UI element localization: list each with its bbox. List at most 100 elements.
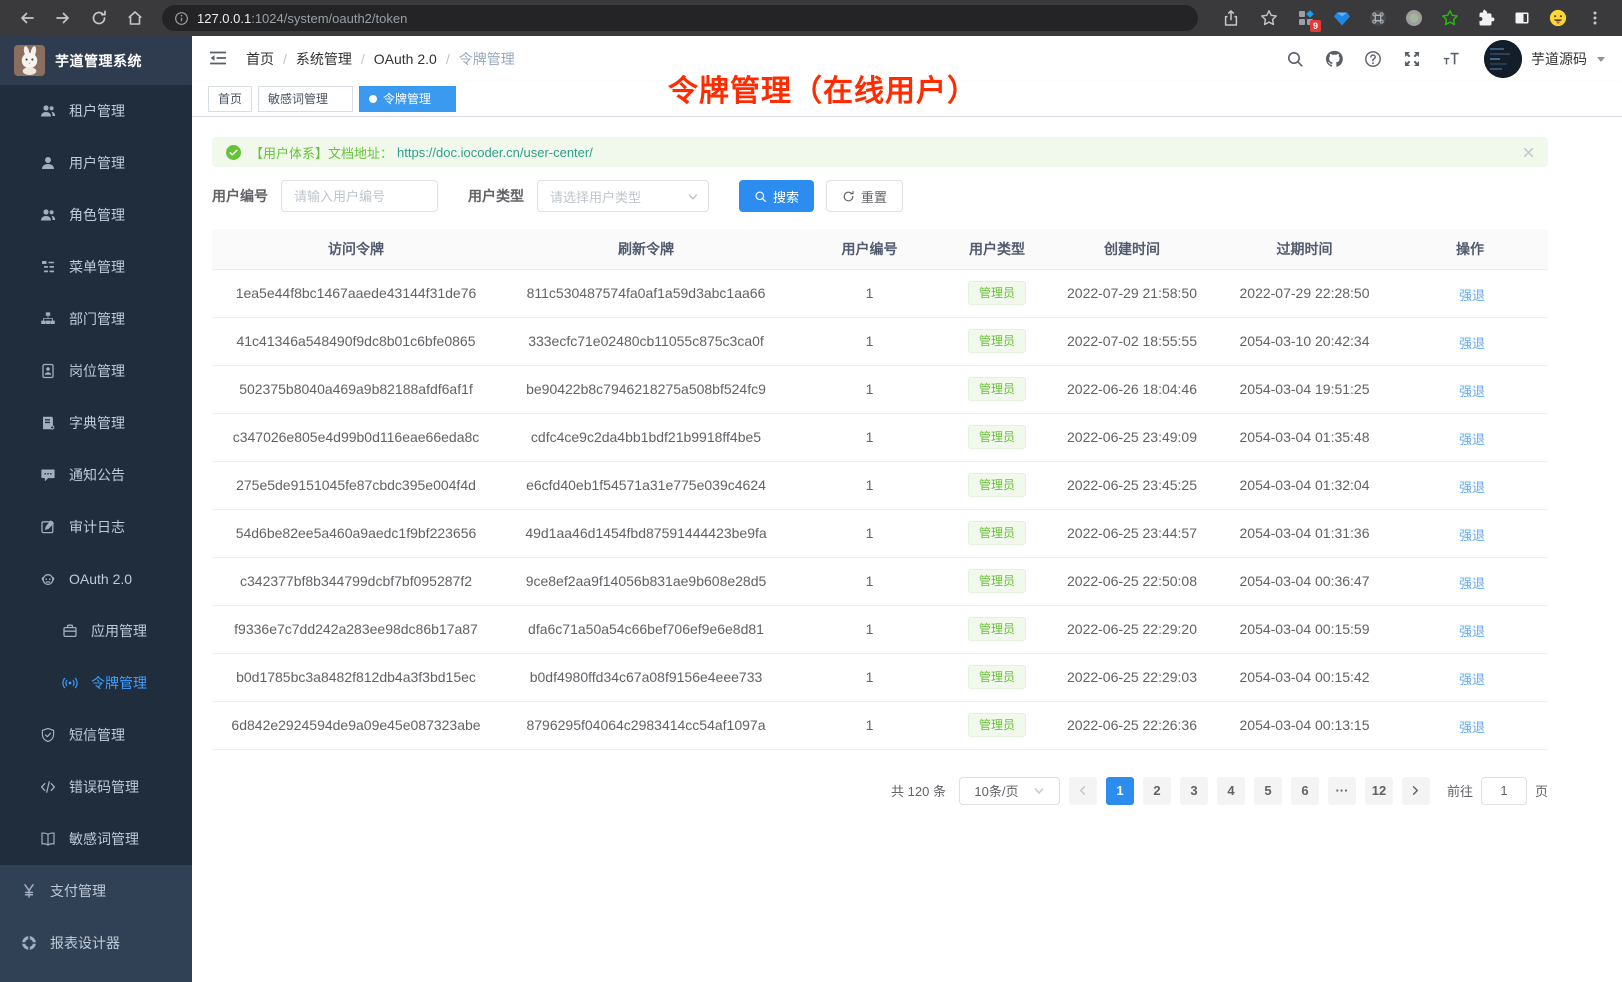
search-button[interactable]: 搜索 [739,180,814,212]
sidebar-item-label: 岗位管理 [69,361,125,381]
page-size-select[interactable]: 10条/页 [959,777,1060,805]
force-logout-button[interactable]: 强退 [1455,477,1485,496]
breadcrumb-link[interactable]: 令牌管理 [459,49,515,69]
breadcrumb-link[interactable]: 系统管理 [296,49,352,69]
force-logout-button[interactable]: 强退 [1455,381,1485,400]
site-info-icon[interactable] [174,11,189,26]
cell-user-id: 1 [792,413,947,461]
sidebar-item[interactable]: 支付管理 [0,865,192,917]
breadcrumb-link[interactable]: 首页 [246,49,274,69]
sidebar-item[interactable]: 岗位管理 [0,345,192,397]
tab[interactable]: 敏感词管理 [258,86,353,112]
sidebar-item[interactable]: 应用管理 [0,605,192,657]
user-type-select[interactable]: 请选择用户类型 [537,180,709,212]
sidebar-item[interactable]: 角色管理 [0,189,192,241]
force-logout-button[interactable]: 强退 [1455,573,1485,592]
page-number-button[interactable]: 3 [1180,777,1208,805]
extension-puzzle-icon[interactable] [1472,4,1500,32]
browser-menu-icon[interactable] [1580,4,1610,32]
browser-forward-icon[interactable] [48,4,78,32]
breadcrumb-item[interactable]: 令牌管理/ [459,49,515,69]
force-logout-button[interactable]: 强退 [1455,525,1485,544]
browser-home-icon[interactable] [120,4,150,32]
logo-rabbit-icon [14,45,45,76]
goto-page-input[interactable] [1481,777,1527,805]
tab-close-icon[interactable] [437,94,446,103]
doc-link[interactable]: https://doc.iocoder.cn/user-center/ [397,145,593,160]
cell-access-token: 6d842e2924594de9a09e45e087323abe [212,701,500,749]
force-logout-button[interactable]: 强退 [1455,621,1485,640]
page-number-button[interactable]: 2 [1143,777,1171,805]
browser-back-icon[interactable] [12,4,42,32]
avatar[interactable] [1484,40,1522,78]
sidebar-item[interactable]: 短信管理 [0,709,192,761]
search-icon[interactable] [1285,49,1305,69]
sidebar-item[interactable]: 菜单管理 [0,241,192,293]
github-icon[interactable] [1324,49,1344,69]
alert-close-icon[interactable] [1523,147,1534,158]
sidebar-item[interactable]: 敏感词管理 [0,813,192,865]
font-size-icon[interactable] [1441,49,1461,69]
force-logout-button[interactable]: 强退 [1455,669,1485,688]
app-logo[interactable]: 芋道管理系统 [0,36,192,85]
profile-emoji-icon[interactable] [1544,4,1572,32]
help-icon[interactable] [1363,49,1383,69]
extension-grid-icon[interactable]: 9 [1292,4,1320,32]
sidebar-fold-icon[interactable] [208,48,230,70]
user-menu[interactable]: 芋道源码 [1484,40,1606,78]
cell-user-type: 管理员 [947,557,1047,605]
extension-window-icon[interactable] [1508,4,1536,32]
force-logout-button[interactable]: 强退 [1455,285,1485,304]
breadcrumb-item[interactable]: 首页/ [246,49,287,69]
prev-page-button[interactable] [1069,777,1097,805]
page-number-button[interactable]: ··· [1328,777,1356,805]
breadcrumb-link[interactable]: OAuth 2.0 [374,51,437,67]
tab[interactable]: 令牌管理 [359,86,456,112]
column-header: 用户类型 [947,229,1047,269]
extension-star-icon[interactable] [1436,4,1464,32]
sidebar-item-icon [40,779,56,795]
bookmark-star-icon[interactable] [1254,4,1284,32]
table-row: b0d1785bc3a8482f812db4a3f3bd15ec b0df498… [212,653,1548,701]
table-row: f9336e7c7dd242a283ee98dc86b17a87 dfa6c71… [212,605,1548,653]
page-number-button[interactable]: 4 [1217,777,1245,805]
sidebar-item[interactable]: 用户管理 [0,137,192,189]
sidebar-item[interactable]: 审计日志 [0,501,192,553]
chevron-icon [165,522,176,533]
force-logout-button[interactable]: 强退 [1455,429,1485,448]
page-number-button[interactable]: 6 [1291,777,1319,805]
page-number-button[interactable]: 1 [1106,777,1134,805]
tab[interactable]: 首页 [208,86,252,112]
cell-access-token: 275e5de9151045fe87cbdc395e004f4d [212,461,500,509]
sidebar-item[interactable]: 租户管理 [0,85,192,137]
breadcrumb-item[interactable]: 系统管理 / [296,49,365,69]
cell-expire-time: 2054-03-04 00:15:42 [1217,653,1392,701]
sidebar-item[interactable]: 错误码管理 [0,761,192,813]
extension-dot-icon[interactable] [1400,4,1428,32]
sidebar-item[interactable]: OAuth 2.0 [0,553,192,605]
caret-down-icon [1596,54,1606,64]
breadcrumb-item[interactable]: OAuth 2.0/ [374,51,450,67]
user-id-input[interactable] [281,180,438,212]
browser-reload-icon[interactable] [84,4,114,32]
sidebar-item[interactable]: 通知公告 [0,449,192,501]
tab-close-icon[interactable] [334,94,343,103]
page-number-button[interactable]: 5 [1254,777,1282,805]
user-id-label: 用户编号 [212,186,268,206]
sidebar-item[interactable]: 报表设计器 [0,917,192,969]
sidebar-item[interactable]: 令牌管理 [0,657,192,709]
extension-gem-icon[interactable] [1328,4,1356,32]
force-logout-button[interactable]: 强退 [1455,717,1485,736]
force-logout-button[interactable]: 强退 [1455,333,1485,352]
page-number-button[interactable]: 12 [1365,777,1393,805]
address-bar[interactable]: 127.0.0.1:1024/system/oauth2/token [162,5,1198,31]
reset-button[interactable]: 重置 [826,180,903,212]
breadcrumb-separator: / [361,51,365,67]
sidebar-item[interactable]: 字典管理 [0,397,192,449]
cell-expire-time: 2054-03-04 01:35:48 [1217,413,1392,461]
sidebar-item[interactable]: 部门管理 [0,293,192,345]
fullscreen-icon[interactable] [1402,49,1422,69]
share-icon[interactable] [1216,4,1246,32]
extension-command-icon[interactable] [1364,4,1392,32]
next-page-button[interactable] [1402,777,1430,805]
